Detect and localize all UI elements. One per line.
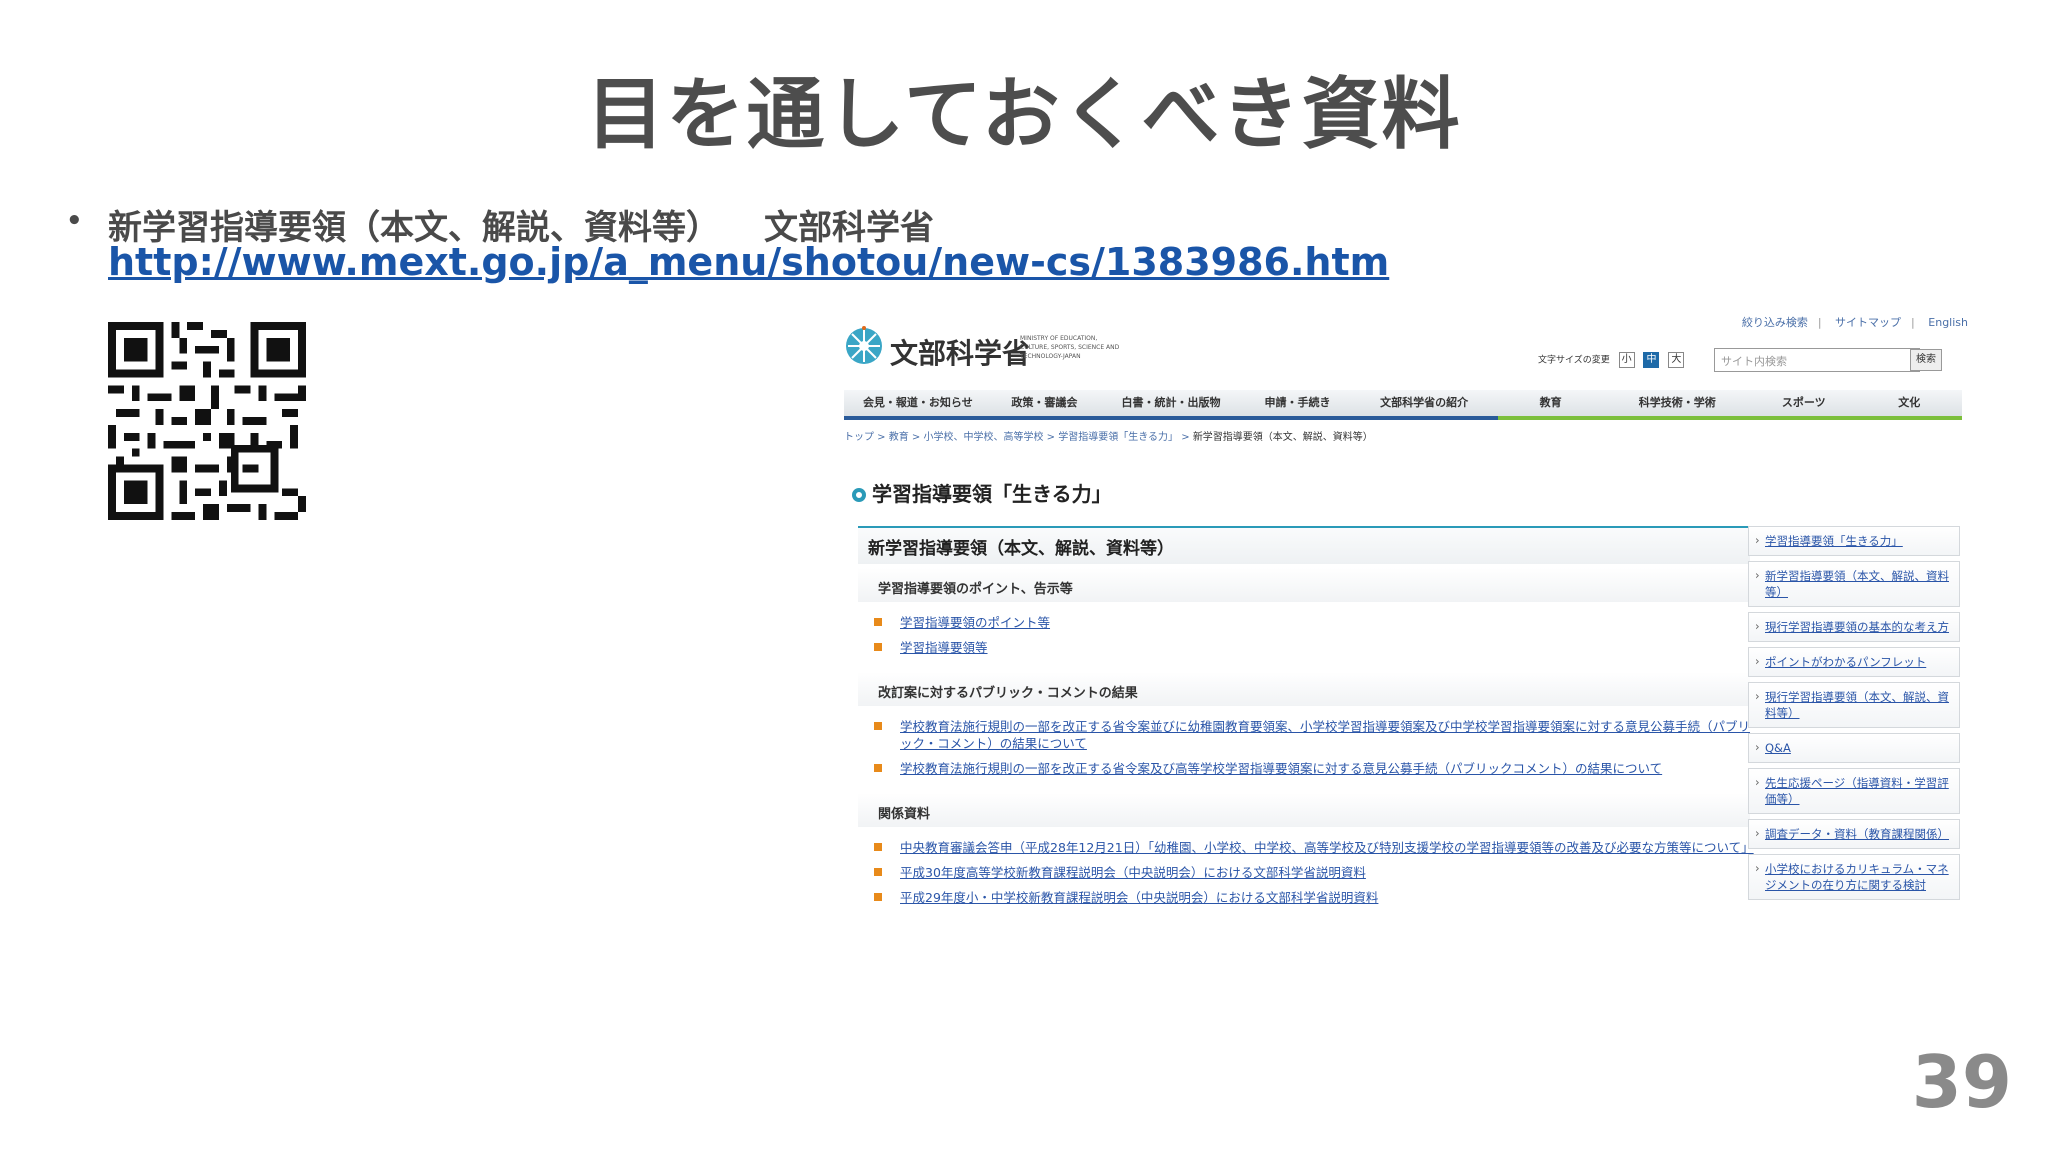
nav-item-about[interactable]: 文部科学省の紹介: [1350, 390, 1498, 420]
breadcrumb-schools[interactable]: 小学校、中学校、高等学校: [924, 432, 1044, 443]
heading-bullet-icon: [852, 488, 866, 502]
nav-item-sports[interactable]: スポーツ: [1751, 390, 1857, 420]
sitemap-link[interactable]: サイトマップ: [1835, 316, 1901, 329]
breadcrumb-guidelines[interactable]: 学習指導要領「生きる力」: [1058, 432, 1178, 443]
nav-item-education[interactable]: 教育: [1497, 390, 1604, 420]
site-global-nav: 会見・報道・お知らせ 政策・審議会 白書・統計・出版物 申請・手続き 文部科学省…: [844, 390, 1962, 420]
slide-title: 目を通しておくべき資料: [586, 70, 1462, 160]
sidebar-item-link[interactable]: 現行学習指導要領の基本的な考え方: [1748, 612, 1960, 642]
nav-item-publications[interactable]: 白書・統計・出版物: [1097, 390, 1245, 420]
site-search-button[interactable]: 検索: [1910, 349, 1942, 371]
text-size-switcher: 文字サイズの変更 小 中 大: [1538, 352, 1685, 368]
main-content: 新学習指導要領（本文、解説、資料等） 学習指導要領のポイント、告示等 学習指導要…: [858, 526, 1754, 996]
sidebar: 学習指導要領「生きる力」 新学習指導要領（本文、解説、資料等） 現行学習指導要領…: [1748, 526, 1960, 905]
resource-url-link[interactable]: http://www.mext.go.jp/a_menu/shotou/new-…: [108, 240, 1389, 284]
link-list: 中央教育審議会答申（平成28年12月21日）「幼稚園、小学校、中学校、高等学校及…: [858, 827, 1754, 918]
site-logo-english: MINISTRY OF EDUCATION, CULTURE, SPORTS, …: [1020, 335, 1120, 360]
text-size-small-button[interactable]: 小: [1618, 352, 1635, 368]
nav-item-science[interactable]: 科学技術・学術: [1603, 390, 1752, 420]
section-heading: 改訂案に対するパブリック・コメントの結果: [858, 672, 1750, 706]
list-item-link[interactable]: 平成30年度高等学校新教育課程説明会（中央説明会）における文部科学省説明資料: [874, 864, 1750, 881]
sidebar-item-link[interactable]: 調査データ・資料（教育課程関係）: [1748, 819, 1960, 849]
breadcrumb-top[interactable]: トップ: [844, 432, 874, 443]
nav-item-news[interactable]: 会見・報道・お知らせ: [844, 390, 992, 420]
text-size-medium-button[interactable]: 中: [1643, 352, 1660, 368]
list-item-link[interactable]: 中央教育審議会答申（平成28年12月21日）「幼稚園、小学校、中学校、高等学校及…: [874, 839, 1754, 856]
sidebar-item-link[interactable]: ポイントがわかるパンフレット: [1748, 647, 1960, 677]
sidebar-item-link[interactable]: 先生応援ページ（指導資料・学習評価等）: [1748, 768, 1960, 814]
link-list: 学習指導要領のポイント等 学習指導要領等: [858, 602, 1750, 668]
breadcrumb-education[interactable]: 教育: [889, 432, 909, 443]
nav-item-policy[interactable]: 政策・審議会: [991, 390, 1098, 420]
section-heading: 関係資料: [858, 793, 1750, 827]
breadcrumb: トップ > 教育 > 小学校、中学校、高等学校 > 学習指導要領「生きる力」 >…: [844, 432, 1373, 443]
sidebar-item-link[interactable]: 現行学習指導要領（本文、解説、資料等）: [1748, 682, 1960, 728]
breadcrumb-current: 新学習指導要領（本文、解説、資料等）: [1192, 432, 1373, 443]
site-utility-links: 絞り込み検索 | サイトマップ | English: [1741, 316, 1968, 329]
nav-item-culture[interactable]: 文化: [1856, 390, 1962, 420]
page-heading: 学習指導要領「生きる力」: [852, 478, 1112, 507]
sidebar-item-link[interactable]: Q&A: [1748, 733, 1960, 763]
link-list: 学校教育法施行規則の一部を改正する省令案並びに幼稚園教育要領案、小学校学習指導要…: [858, 706, 1750, 789]
site-search-input[interactable]: サイト内検索: [1714, 348, 1920, 372]
content-title: 新学習指導要領（本文、解説、資料等）: [858, 526, 1750, 564]
sidebar-item-link[interactable]: 学習指導要領「生きる力」: [1748, 526, 1960, 556]
page-heading-text: 学習指導要領「生きる力」: [872, 482, 1112, 506]
website-screenshot: 絞り込み検索 | サイトマップ | English 文部科学省 MINISTRY O…: [838, 312, 1968, 1002]
nav-item-applications[interactable]: 申請・手続き: [1244, 390, 1351, 420]
sidebar-item-link[interactable]: 新学習指導要領（本文、解説、資料等）: [1748, 561, 1960, 607]
refine-search-link[interactable]: 絞り込み検索: [1742, 316, 1808, 329]
list-item-link[interactable]: 学校教育法施行規則の一部を改正する省令案並びに幼稚園教育要領案、小学校学習指導要…: [874, 718, 1750, 752]
text-size-label: 文字サイズの変更: [1538, 355, 1610, 366]
list-item-link[interactable]: 学習指導要領のポイント等: [874, 614, 1750, 631]
sidebar-item-link[interactable]: 小学校におけるカリキュラム・マネジメントの在り方に関する検討: [1748, 854, 1960, 900]
text-size-large-button[interactable]: 大: [1668, 352, 1685, 368]
list-item-link[interactable]: 平成29年度小・中学校新教育課程説明会（中央説明会）における文部科学省説明資料: [874, 889, 1750, 906]
qr-code: [108, 322, 306, 520]
site-logo-text: 文部科学省: [890, 337, 1031, 370]
section-heading: 学習指導要領のポイント、告示等: [858, 568, 1750, 602]
bullet-dot: •: [66, 206, 83, 236]
mext-logo-icon: [846, 326, 882, 364]
list-item-link[interactable]: 学習指導要領等: [874, 639, 1750, 656]
list-item-link[interactable]: 学校教育法施行規則の一部を改正する省令案及び高等学校学習指導要領案に対する意見公…: [874, 760, 1750, 777]
page-number: 39: [1911, 1040, 2012, 1124]
english-link[interactable]: English: [1928, 316, 1968, 329]
